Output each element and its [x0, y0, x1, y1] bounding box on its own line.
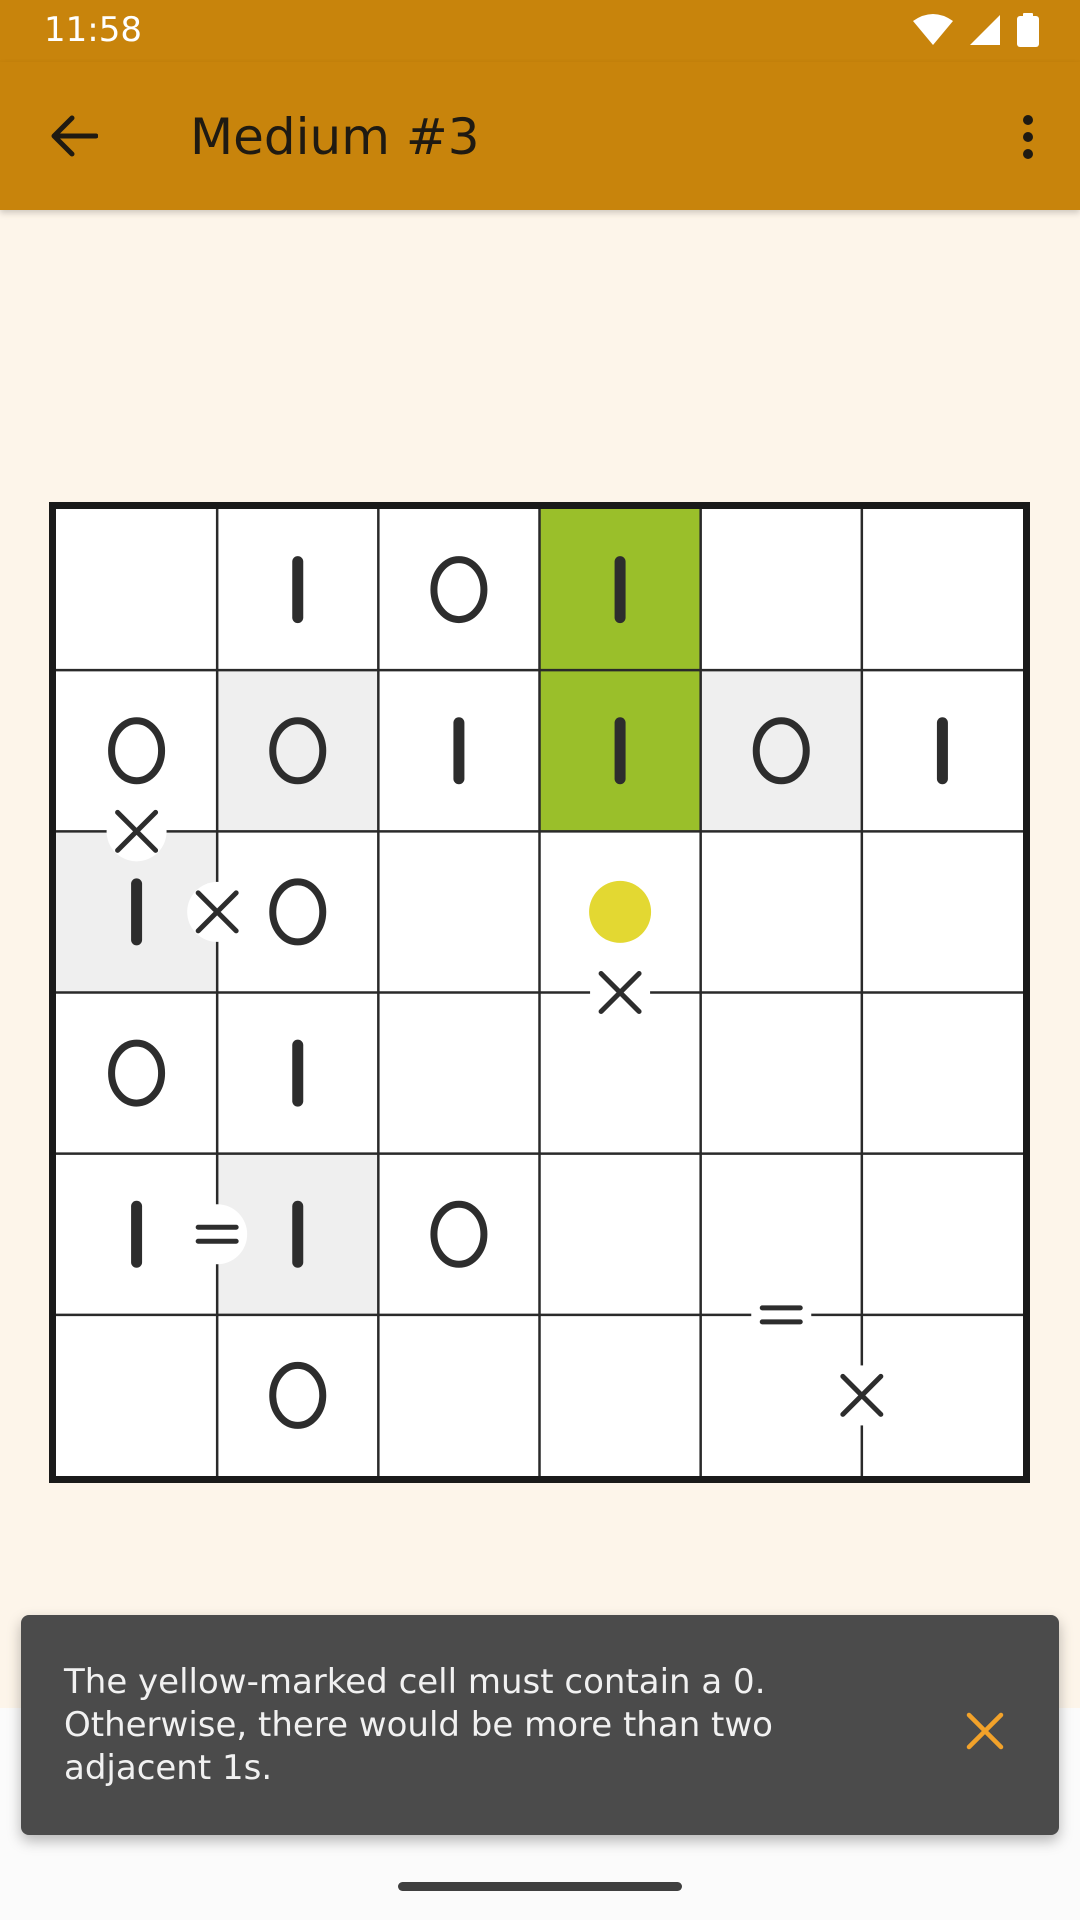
more-options-button[interactable] — [1000, 102, 1056, 172]
board-cell-r4-c5[interactable] — [861, 1153, 1023, 1315]
app-bar: Medium #3 — [0, 62, 1080, 210]
board-cell-r2-c4[interactable] — [700, 831, 862, 993]
board-cell-r0-c5[interactable] — [861, 509, 1023, 671]
board-cell-r4-c2[interactable] — [378, 1153, 540, 1315]
cell-signal-icon — [970, 15, 1000, 45]
board-cell-r4-c4[interactable] — [700, 1153, 862, 1315]
arrow-back-icon — [51, 115, 98, 157]
board-cell-r3-c5[interactable] — [861, 992, 1023, 1154]
board-cell-r5-c5[interactable] — [861, 1314, 1023, 1476]
puzzle-grid[interactable] — [49, 502, 1030, 1483]
battery-icon — [1017, 13, 1039, 47]
back-button[interactable] — [36, 104, 112, 168]
board-cell-r5-c4[interactable] — [700, 1314, 862, 1476]
board-cell-r0-c0[interactable] — [56, 509, 218, 671]
board-cell-r4-c3[interactable] — [539, 1153, 701, 1315]
board-cell-r5-c3[interactable] — [539, 1314, 701, 1476]
board-cell-r2-c5[interactable] — [861, 831, 1023, 993]
constraint-gap — [751, 1308, 812, 1321]
board-cell-r0-c2[interactable] — [378, 509, 540, 671]
hint-message: The yellow-marked cell must contain a 0.… — [64, 1662, 773, 1788]
close-icon — [966, 1712, 1004, 1750]
status-time: 11:58 — [44, 10, 142, 50]
board-cell-r3-c2[interactable] — [378, 992, 540, 1154]
board-cell-r1-c1[interactable] — [217, 670, 379, 832]
more-vert-icon — [1023, 115, 1033, 159]
puzzle-board[interactable] — [49, 502, 1030, 1483]
wifi-icon — [913, 14, 953, 45]
constraint-badge — [187, 1204, 248, 1265]
board-cell-r2-c2[interactable] — [378, 831, 540, 993]
home-indicator[interactable] — [398, 1882, 682, 1891]
board-cell-r0-c4[interactable] — [700, 509, 862, 671]
page-title: Medium #3 — [190, 108, 480, 166]
board-cell-r5-c1[interactable] — [217, 1314, 379, 1476]
status-bar: 11:58 — [0, 0, 1080, 62]
board-cell-r3-c4[interactable] — [700, 992, 862, 1154]
hint-marker-dot — [589, 880, 652, 943]
hint-snackbar: The yellow-marked cell must contain a 0.… — [21, 1615, 1059, 1835]
board-cell-r3-c3[interactable] — [539, 992, 701, 1154]
board-cell-r5-c2[interactable] — [378, 1314, 540, 1476]
board-cell-r5-c0[interactable] — [56, 1314, 218, 1476]
board-cell-r1-c4[interactable] — [700, 670, 862, 832]
close-hint-button[interactable] — [935, 1681, 1035, 1781]
status-icons — [912, 12, 1040, 48]
board-cell-r3-c0[interactable] — [56, 992, 218, 1154]
